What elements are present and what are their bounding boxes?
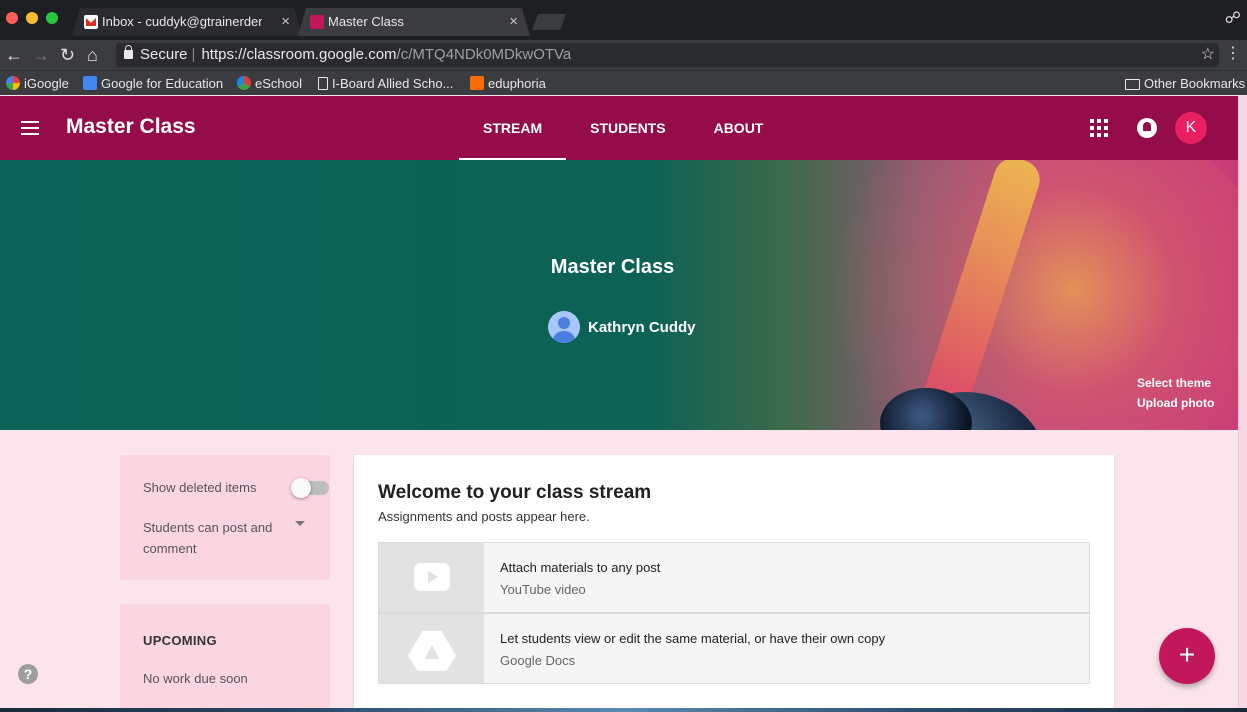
tip-youtube: Attach materials to any post YouTube vid… bbox=[378, 542, 1090, 613]
tab-inbox[interactable]: Inbox - cuddyk@gtrainerdemo × bbox=[72, 8, 302, 36]
youtube-icon bbox=[414, 563, 450, 591]
tip-icon-area bbox=[379, 614, 484, 683]
bookmark-igoogle[interactable]: iGoogle bbox=[6, 75, 69, 92]
google-icon bbox=[6, 76, 20, 90]
google-education-icon bbox=[83, 76, 97, 90]
classroom-app-bar: Master Class STREAM STUDENTS ABOUT K bbox=[0, 96, 1238, 160]
back-button[interactable]: ← bbox=[5, 44, 23, 66]
new-tab-button[interactable] bbox=[532, 14, 566, 30]
tab-master-class[interactable]: Master Class × bbox=[298, 8, 530, 36]
show-deleted-row: Show deleted items bbox=[143, 478, 329, 498]
address-bar[interactable]: Secure | https://classroom.google.com/c/MT… bbox=[116, 43, 1219, 67]
class-banner: Master Class Kathryn Cuddy Select theme … bbox=[0, 160, 1238, 430]
url-path: /c/MTQ4NDk0MDkwOTVa bbox=[396, 46, 572, 63]
bookmark-label: iGoogle bbox=[24, 76, 69, 91]
page-icon bbox=[318, 77, 328, 90]
class-title[interactable]: Master Class bbox=[66, 115, 196, 139]
reload-button[interactable]: ↻ bbox=[60, 44, 75, 66]
tab-students[interactable]: STUDENTS bbox=[566, 96, 689, 160]
forward-button[interactable]: → bbox=[32, 44, 50, 66]
bookmark-label: eSchool bbox=[255, 76, 302, 91]
bookmark-eduphoria[interactable]: eduphoria bbox=[470, 75, 546, 92]
tip-google-docs: Let students view or edit the same mater… bbox=[378, 613, 1090, 684]
classroom-icon bbox=[310, 15, 324, 29]
bookmark-star-icon[interactable]: ☆ bbox=[1201, 43, 1215, 67]
upcoming-title: UPCOMING bbox=[143, 633, 217, 648]
tab-about[interactable]: ABOUT bbox=[690, 96, 788, 160]
upcoming-empty-text: No work due soon bbox=[143, 671, 248, 686]
show-deleted-toggle[interactable] bbox=[291, 478, 329, 498]
home-button[interactable]: ⌂ bbox=[87, 44, 98, 66]
banner-class-name: Master Class bbox=[550, 256, 675, 278]
secure-label: Secure bbox=[140, 46, 188, 63]
student-permission-select[interactable]: Students can post and comment bbox=[143, 517, 283, 559]
upload-photo-link[interactable]: Upload photo bbox=[1137, 396, 1214, 410]
upcoming-card: UPCOMING No work due soon bbox=[120, 604, 330, 712]
tab-stream[interactable]: STREAM bbox=[459, 96, 567, 160]
bookmark-other-bookmarks[interactable]: Other Bookmarks bbox=[1125, 75, 1245, 92]
stream-settings-card: Show deleted items Students can post and… bbox=[120, 455, 330, 580]
bookmark-label: Google for Education bbox=[101, 76, 224, 91]
bookmark-label: I-Board Allied Scho... bbox=[332, 76, 454, 91]
main-menu-icon[interactable] bbox=[21, 121, 39, 135]
notifications-icon[interactable] bbox=[1137, 118, 1157, 138]
desktop-dock-edge bbox=[0, 708, 1247, 712]
gmail-icon bbox=[84, 15, 98, 29]
tip-title: Attach materials to any post bbox=[500, 560, 661, 575]
teacher-info: Kathryn Cuddy bbox=[548, 311, 696, 343]
folder-icon bbox=[1125, 79, 1140, 90]
tip-title: Let students view or edit the same mater… bbox=[500, 631, 886, 646]
create-post-button[interactable]: + bbox=[1159, 628, 1215, 684]
google-apps-icon[interactable] bbox=[1090, 119, 1108, 137]
bookmark-label: eduphoria bbox=[488, 76, 546, 91]
stream-welcome-title: Welcome to your class stream bbox=[378, 482, 652, 503]
incognito-icon: ☍ bbox=[1224, 10, 1241, 27]
class-tabs: STREAM STUDENTS ABOUT bbox=[459, 96, 787, 160]
stream-welcome-subtitle: Assignments and posts appear here. bbox=[378, 509, 590, 524]
google-drive-icon bbox=[408, 631, 456, 671]
window-close-button[interactable] bbox=[6, 12, 18, 24]
bookmark-iboard[interactable]: I-Board Allied Scho... bbox=[318, 75, 453, 92]
eschool-icon bbox=[237, 76, 251, 90]
browser-toolbar: ← → ↻ ⌂ Secure | https://classroom.google.… bbox=[0, 40, 1247, 70]
teacher-avatar-icon bbox=[548, 311, 580, 343]
eduphoria-icon bbox=[470, 76, 484, 90]
browser-menu-icon[interactable]: ⋮ bbox=[1225, 43, 1241, 63]
url-host: https://classroom.google.com bbox=[201, 46, 397, 63]
url-separator: | bbox=[191, 46, 196, 63]
window-minimize-button[interactable] bbox=[26, 12, 38, 24]
bookmark-eschool[interactable]: eSchool bbox=[237, 75, 302, 92]
browser-tab-bar: Inbox - cuddyk@gtrainerdemo × Master Cla… bbox=[0, 0, 1247, 40]
show-deleted-label: Show deleted items bbox=[143, 480, 257, 495]
tip-subtitle: Google Docs bbox=[500, 653, 576, 668]
tab-close-button[interactable]: × bbox=[281, 8, 290, 36]
window-maximize-button[interactable] bbox=[46, 12, 58, 24]
lock-icon bbox=[124, 45, 133, 59]
chevron-down-icon[interactable] bbox=[295, 521, 305, 526]
bookmark-google-for-education[interactable]: Google for Education bbox=[83, 75, 223, 92]
teacher-name: Kathryn Cuddy bbox=[588, 318, 696, 336]
page-scrollbar[interactable] bbox=[1238, 96, 1247, 712]
tip-subtitle: YouTube video bbox=[500, 582, 586, 597]
help-icon[interactable]: ? bbox=[18, 664, 38, 684]
bookmarks-bar: iGoogle Google for Education eSchool I-B… bbox=[0, 70, 1247, 95]
select-theme-link[interactable]: Select theme bbox=[1137, 376, 1211, 390]
bookmark-label: Other Bookmarks bbox=[1144, 76, 1246, 91]
tip-icon-area bbox=[379, 543, 484, 612]
tab-label: Master Class bbox=[328, 14, 404, 29]
stream-welcome-card: Welcome to your class stream Assignments… bbox=[354, 455, 1114, 712]
tab-close-button[interactable]: × bbox=[509, 8, 518, 36]
tab-label: Inbox - cuddyk@gtrainerdemo bbox=[102, 14, 262, 29]
account-avatar[interactable]: K bbox=[1175, 112, 1207, 144]
